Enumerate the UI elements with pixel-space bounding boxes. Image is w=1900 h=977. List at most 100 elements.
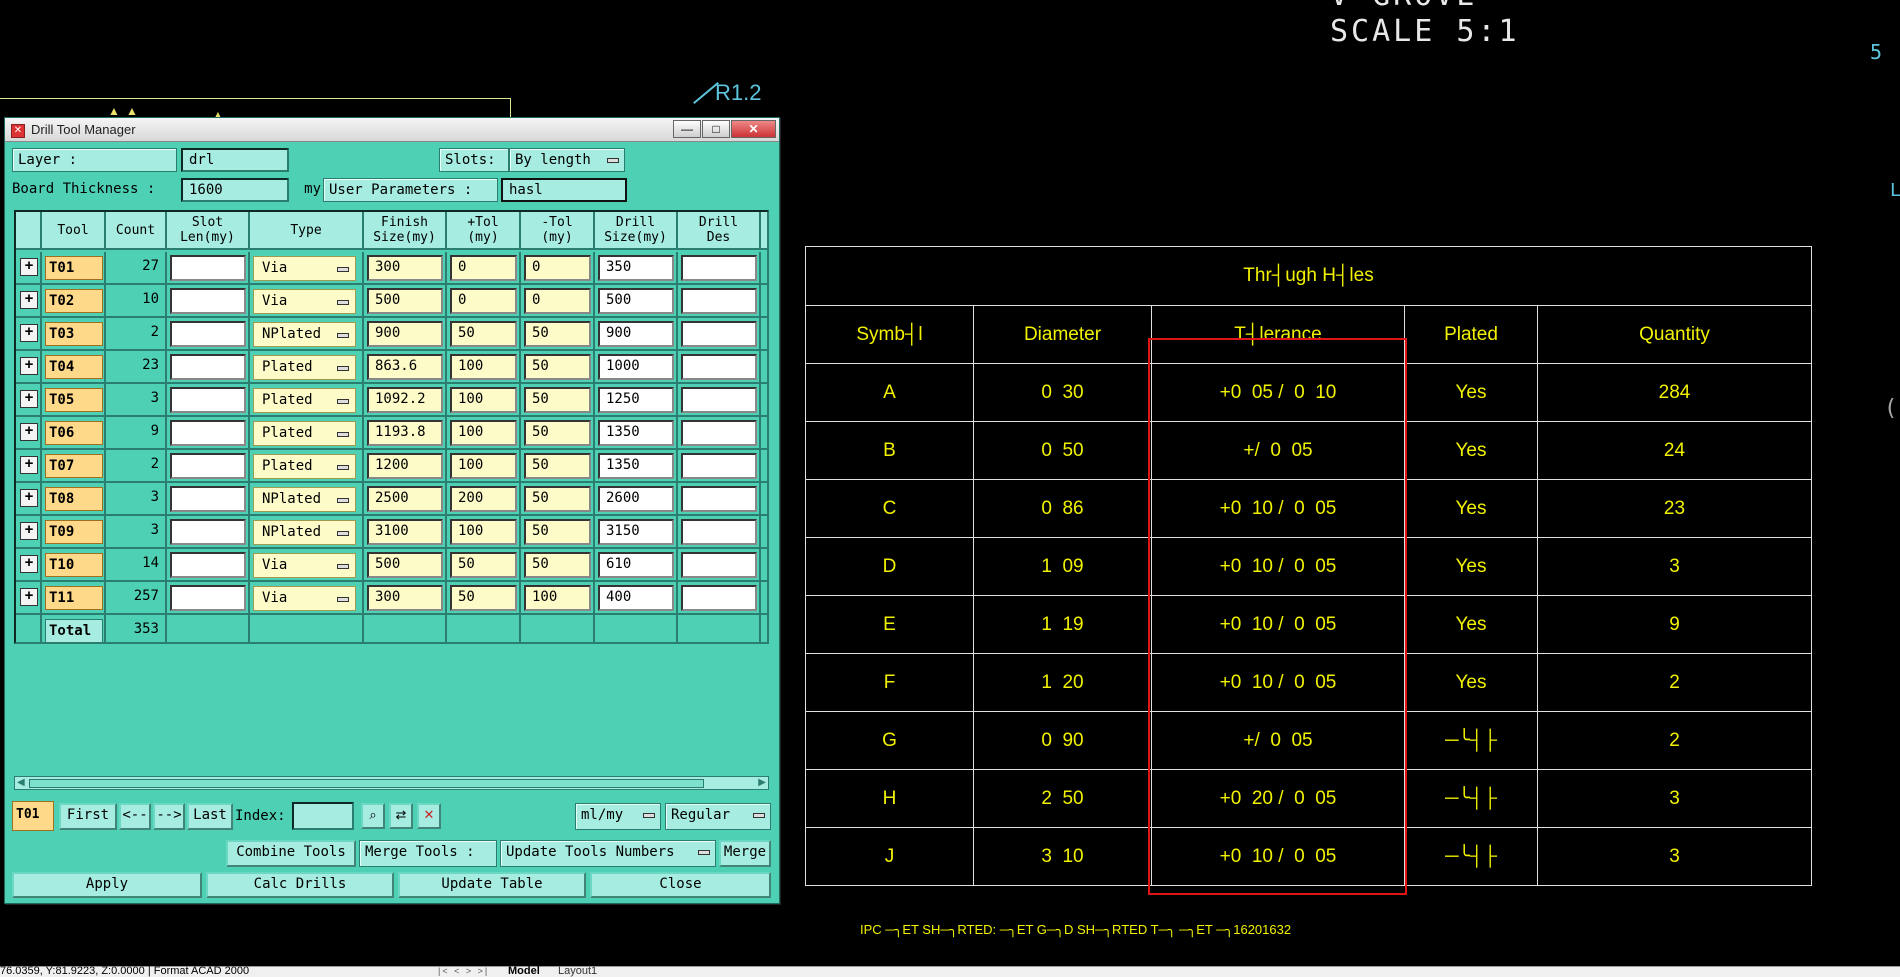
type-dropdown[interactable]: Plated	[253, 454, 356, 479]
finish-size-input[interactable]: 300	[367, 585, 443, 611]
table-row[interactable]: + T04 23 Plated 863.6 100 50 1000	[16, 351, 767, 384]
scroll-right-icon[interactable]: ▶	[758, 777, 766, 789]
type-dropdown[interactable]: NPlated	[253, 487, 356, 512]
type-dropdown[interactable]: Via	[253, 289, 356, 314]
finish-size-input[interactable]: 500	[367, 552, 443, 578]
swap-icon[interactable]: ⇄	[389, 803, 413, 829]
dialog-titlebar[interactable]: ✕ Drill Tool Manager — □ ✕	[5, 118, 779, 142]
type-dropdown[interactable]: Via	[253, 553, 356, 578]
finish-size-input[interactable]: 1092.2	[367, 387, 443, 413]
column-header-minus-tol[interactable]: -Tol (my)	[521, 212, 595, 250]
drill-des-input[interactable]	[681, 255, 757, 281]
table-row[interactable]: + T07 2 Plated 1200 100 50 1350	[16, 450, 767, 483]
calc-drills-button[interactable]: Calc Drills	[206, 872, 394, 898]
column-header-plus-tol[interactable]: +Tol (my)	[447, 212, 521, 250]
drill-des-input[interactable]	[681, 420, 757, 446]
column-header-drill-des[interactable]: Drill Des	[678, 212, 761, 250]
scroll-left-icon[interactable]: ◀	[17, 777, 25, 789]
drill-des-input[interactable]	[681, 354, 757, 380]
tool-number[interactable]: T11	[45, 586, 103, 610]
finish-size-input[interactable]: 900	[367, 321, 443, 347]
expand-icon[interactable]: +	[20, 588, 38, 606]
minus-tol-input[interactable]: 50	[524, 486, 591, 512]
plus-tol-input[interactable]: 0	[450, 255, 517, 281]
table-row[interactable]: + T11 257 Via 300 50 100 400	[16, 582, 767, 615]
minus-tol-input[interactable]: 0	[524, 255, 591, 281]
update-tools-numbers-dropdown[interactable]: Update Tools Numbers	[500, 840, 716, 867]
last-button[interactable]: Last	[187, 803, 233, 830]
column-header-partial[interactable]: S	[761, 212, 767, 250]
drill-size-input[interactable]: 3150	[598, 519, 674, 545]
table-row[interactable]: + T09 3 NPlated 3100 100 50 3150	[16, 516, 767, 549]
drill-des-input[interactable]	[681, 453, 757, 479]
slot-length-input[interactable]	[170, 486, 246, 512]
column-header-type[interactable]: Type	[250, 212, 364, 250]
plus-tol-input[interactable]: 100	[450, 453, 517, 479]
column-header-slot-len[interactable]: Slot Len(my)	[167, 212, 250, 250]
tool-number[interactable]: T04	[45, 355, 103, 379]
minus-tol-input[interactable]: 50	[524, 519, 591, 545]
finish-size-input[interactable]: 1193.8	[367, 420, 443, 446]
drill-des-input[interactable]	[681, 585, 757, 611]
expand-icon[interactable]: +	[20, 423, 38, 441]
table-row[interactable]: + T05 3 Plated 1092.2 100 50 1250	[16, 384, 767, 417]
user-parameters-field[interactable]: hasl	[501, 178, 627, 202]
slot-length-input[interactable]	[170, 255, 246, 281]
finish-size-input[interactable]: 300	[367, 255, 443, 281]
finish-size-input[interactable]: 2500	[367, 486, 443, 512]
drill-size-input[interactable]: 2600	[598, 486, 674, 512]
drill-size-input[interactable]: 1350	[598, 420, 674, 446]
table-row[interactable]: + T10 14 Via 500 50 50 610	[16, 549, 767, 582]
column-header-tool[interactable]: Tool	[42, 212, 106, 250]
drill-des-input[interactable]	[681, 519, 757, 545]
expand-icon[interactable]: +	[20, 324, 38, 342]
expand-icon[interactable]: +	[20, 522, 38, 540]
close-button[interactable]: Close	[590, 872, 771, 898]
drill-des-input[interactable]	[681, 486, 757, 512]
units-dropdown[interactable]: ml/my	[575, 803, 661, 830]
update-table-button[interactable]: Update Table	[398, 872, 586, 898]
tool-number[interactable]: T03	[45, 322, 103, 346]
drill-size-input[interactable]: 350	[598, 255, 674, 281]
previous-button[interactable]: <--	[119, 803, 151, 830]
type-dropdown[interactable]: Plated	[253, 388, 356, 413]
drill-size-input[interactable]: 1350	[598, 453, 674, 479]
slot-length-input[interactable]	[170, 288, 246, 314]
finish-size-input[interactable]: 863.6	[367, 354, 443, 380]
index-field[interactable]	[292, 802, 354, 830]
table-row[interactable]: + T06 9 Plated 1193.8 100 50 1350	[16, 417, 767, 450]
tool-number[interactable]: T10	[45, 553, 103, 577]
minus-tol-input[interactable]: 50	[524, 321, 591, 347]
drill-size-input[interactable]: 1250	[598, 387, 674, 413]
expand-icon[interactable]: +	[20, 357, 38, 375]
tab-layout1[interactable]: Layout1	[558, 965, 597, 977]
expand-icon[interactable]: +	[20, 258, 38, 276]
type-dropdown[interactable]: Via	[253, 256, 356, 281]
minus-tol-input[interactable]: 50	[524, 552, 591, 578]
plus-tol-input[interactable]: 100	[450, 420, 517, 446]
type-dropdown[interactable]: NPlated	[253, 520, 356, 545]
minus-tol-input[interactable]: 50	[524, 420, 591, 446]
column-header-count[interactable]: Count	[106, 212, 167, 250]
slot-length-input[interactable]	[170, 519, 246, 545]
expand-icon[interactable]: +	[20, 555, 38, 573]
table-row[interactable]: + T02 10 Via 500 0 0 500	[16, 285, 767, 318]
scrollbar-thumb[interactable]	[29, 779, 704, 788]
column-header-drill-size[interactable]: Drill Size(my)	[595, 212, 678, 250]
slots-dropdown[interactable]: By length	[509, 148, 625, 172]
drill-size-input[interactable]: 900	[598, 321, 674, 347]
close-window-button[interactable]: ✕	[731, 120, 776, 138]
combine-tools-button[interactable]: Combine Tools	[226, 840, 356, 867]
tool-number[interactable]: T08	[45, 487, 103, 511]
expand-icon[interactable]: +	[20, 390, 38, 408]
plus-tol-input[interactable]: 100	[450, 519, 517, 545]
expand-icon[interactable]: +	[20, 489, 38, 507]
finish-size-input[interactable]: 3100	[367, 519, 443, 545]
maximize-button[interactable]: □	[702, 120, 730, 138]
search-icon[interactable]: ⌕	[361, 803, 385, 829]
mode-dropdown[interactable]: Regular	[665, 803, 771, 830]
tool-number[interactable]: T06	[45, 421, 103, 445]
table-row[interactable]: + T03 2 NPlated 900 50 50 900	[16, 318, 767, 351]
plus-tol-input[interactable]: 50	[450, 321, 517, 347]
drill-des-input[interactable]	[681, 552, 757, 578]
